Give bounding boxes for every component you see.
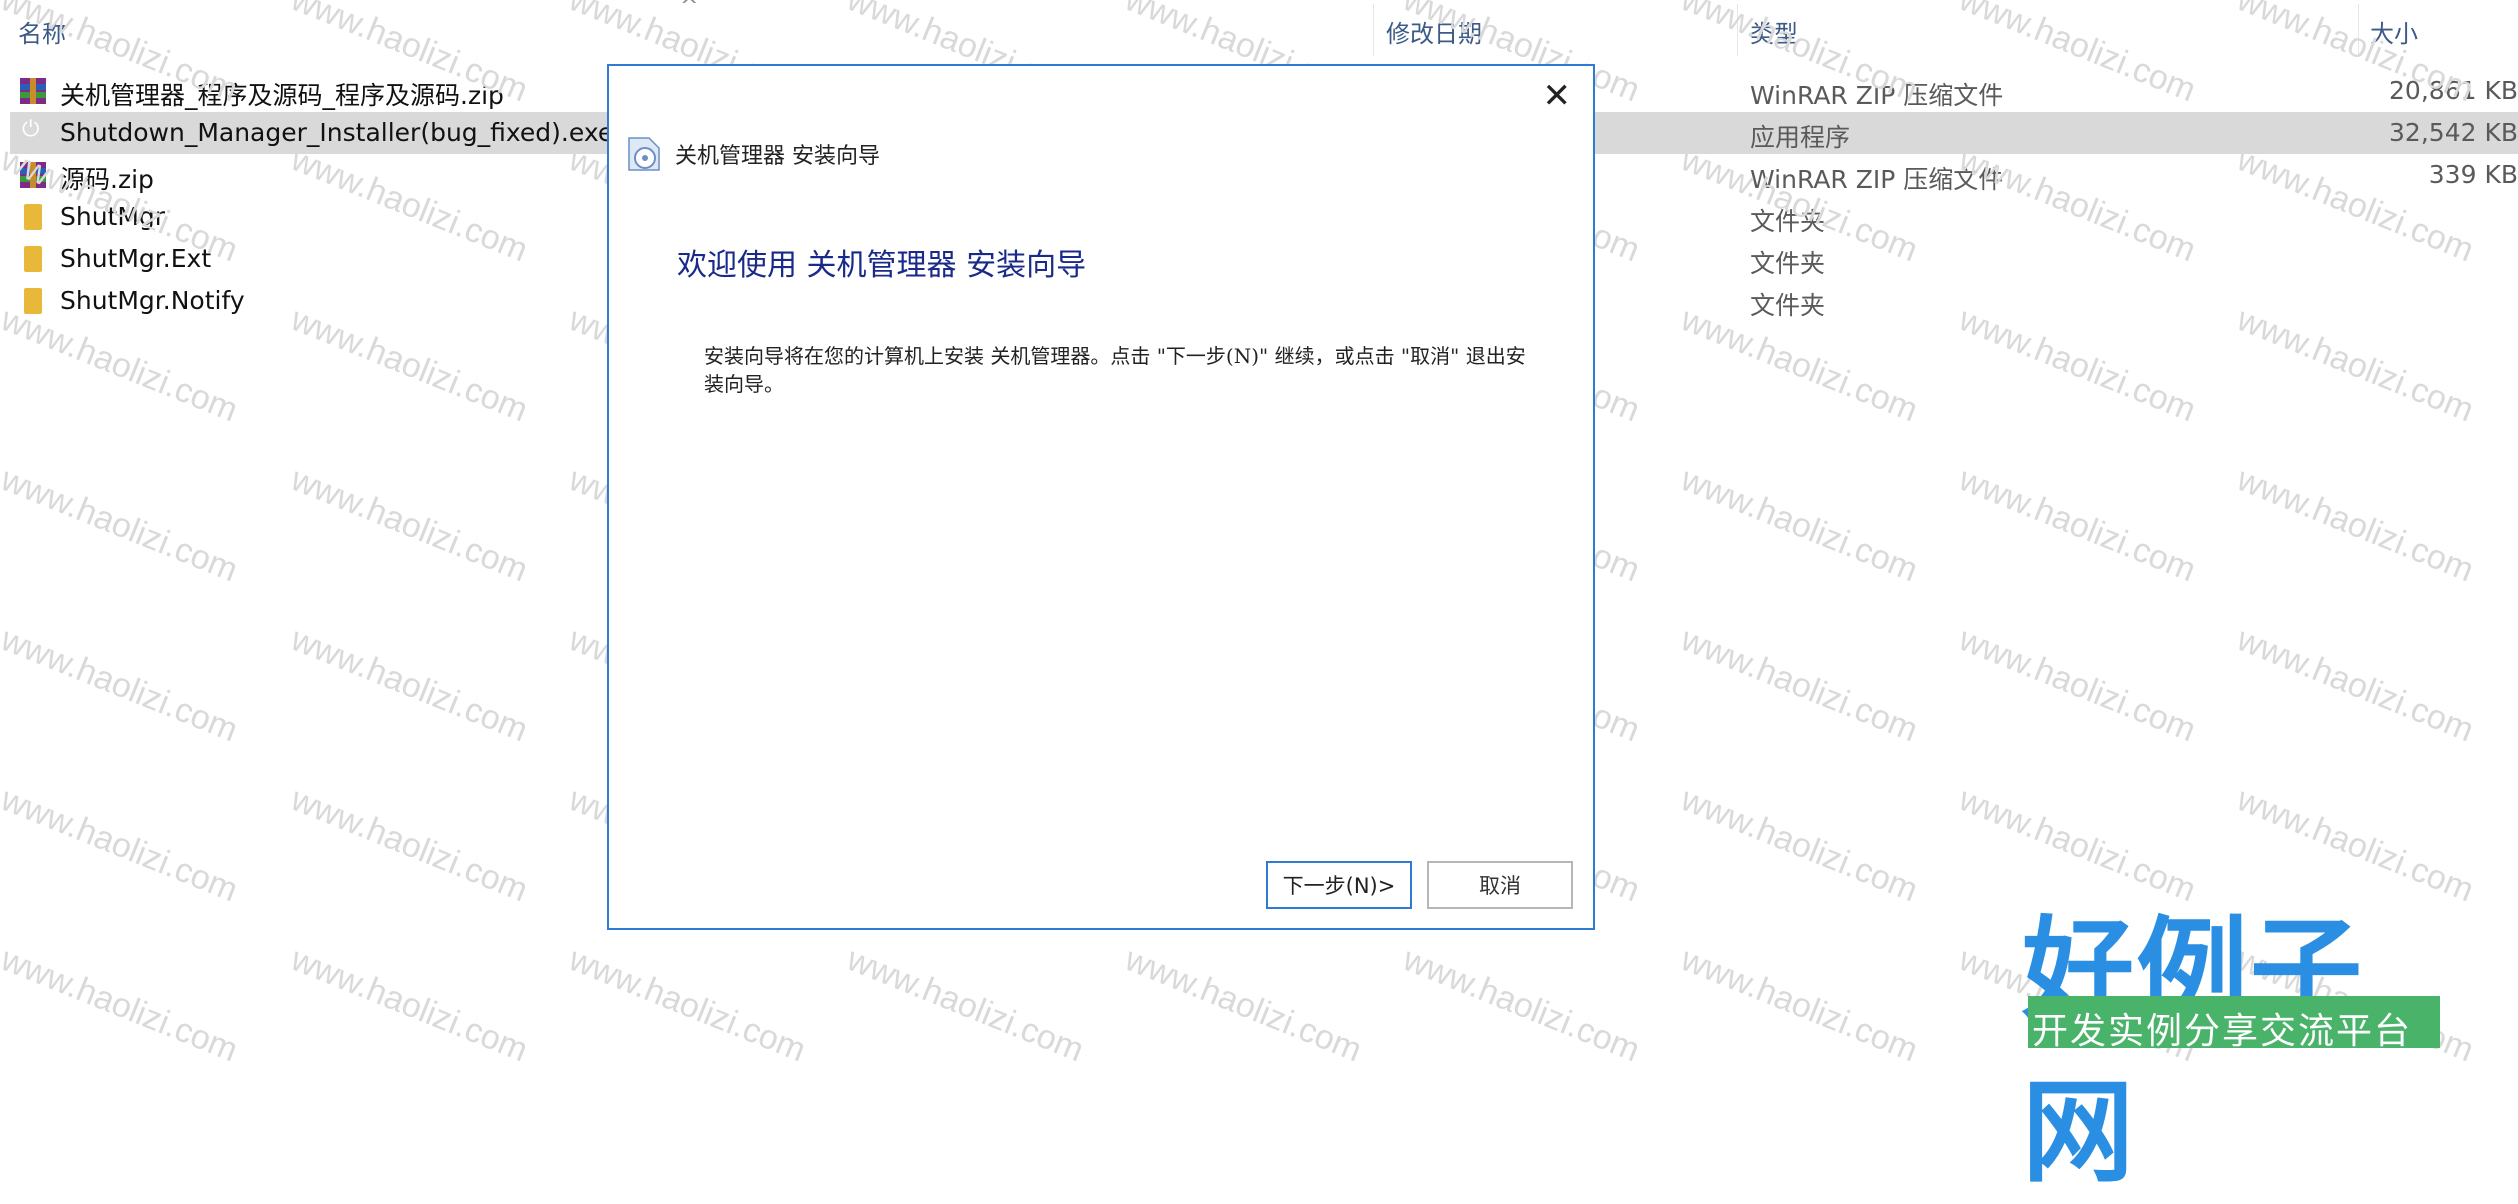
welcome-heading: 欢迎使用 关机管理器 安装向导	[677, 248, 1087, 283]
file-type: 文件夹	[1750, 207, 1826, 236]
folder-icon	[18, 202, 48, 232]
file-type: WinRAR ZIP 压缩文件	[1750, 81, 2004, 110]
column-header-name[interactable]: 名称	[18, 14, 66, 49]
file-name[interactable]: 关机管理器_程序及源码_程序及源码.zip	[60, 76, 504, 112]
file-name[interactable]: ShutMgr	[60, 202, 165, 231]
file-type: 文件夹	[1750, 249, 1826, 278]
column-divider[interactable]	[1373, 4, 1374, 56]
installer-disc-icon	[628, 137, 660, 171]
next-button[interactable]: 下一步(N)>	[1266, 861, 1412, 909]
column-divider[interactable]	[1737, 4, 1738, 56]
close-icon[interactable]: ✕	[1543, 76, 1572, 116]
logo-tagline: 开发实例分享交流平台	[2032, 1011, 2413, 1052]
file-name[interactable]: ShutMgr.Notify	[60, 286, 245, 315]
file-size: 32,542 KB	[2389, 118, 2518, 147]
file-size: 20,861 KB	[2389, 76, 2518, 105]
column-header-date[interactable]: 修改日期	[1386, 14, 1482, 49]
column-divider[interactable]	[2358, 4, 2359, 56]
folder-icon	[18, 286, 48, 316]
file-name[interactable]: ShutMgr.Ext	[60, 244, 211, 273]
welcome-description: 安装向导将在您的计算机上安装 关机管理器。点击 "下一步(N)" 继续，或点击 …	[704, 344, 1526, 396]
column-header-type[interactable]: 类型	[1750, 14, 1798, 49]
file-type: 应用程序	[1750, 123, 1851, 152]
cancel-button[interactable]: 取消	[1427, 861, 1573, 909]
winrar-zip-icon	[18, 76, 48, 106]
file-type: 文件夹	[1750, 291, 1826, 320]
site-logo: 好例子网 开发实例分享交流平台	[2022, 880, 2446, 1198]
file-name[interactable]: Shutdown_Manager_Installer(bug_fixed).ex…	[60, 118, 613, 147]
winrar-zip-icon	[18, 160, 48, 190]
folder-icon	[18, 244, 48, 274]
sort-ascending-icon: ^	[680, 0, 699, 19]
setup-wizard-dialog: 关机管理器 安装向导 ✕ 欢迎使用 关机管理器 安装向导 安装向导将在您的计算机…	[607, 64, 1595, 930]
column-header-size[interactable]: 大小	[2370, 14, 2418, 49]
file-type: WinRAR ZIP 压缩文件	[1750, 165, 2004, 194]
power-app-icon	[18, 118, 48, 148]
file-name[interactable]: 源码.zip	[60, 160, 154, 196]
dialog-title: 关机管理器 安装向导	[675, 144, 880, 169]
file-size: 339 KB	[2428, 160, 2518, 189]
